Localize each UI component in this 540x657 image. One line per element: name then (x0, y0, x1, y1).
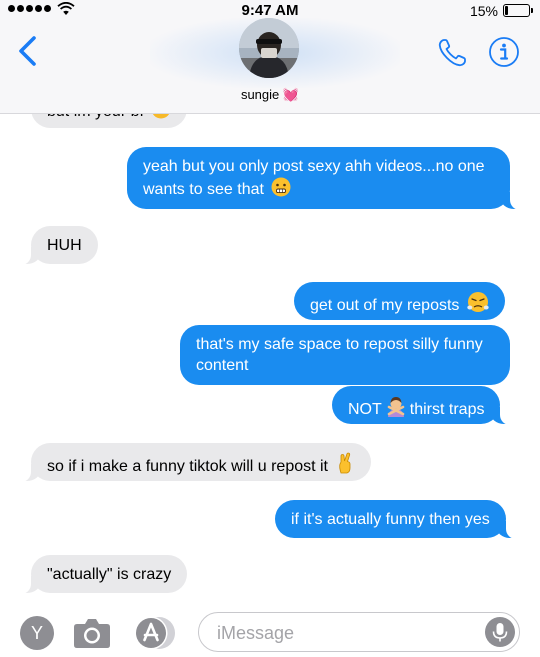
message-input-bar: Y (0, 600, 540, 657)
message-text: get out of my reposts (310, 297, 460, 314)
app-store-icon (134, 616, 175, 650)
yahoo-app-icon: Y (20, 616, 54, 650)
avatar-photo (239, 18, 299, 78)
clock-time: 9:47 AM (241, 2, 299, 19)
grimace-emoji (271, 177, 291, 197)
message-text: HUH (47, 237, 82, 254)
message-text: so if i make a funny tiktok will u repos… (47, 458, 328, 475)
camera-icon[interactable] (73, 617, 111, 649)
message-bubble-received[interactable]: HUH (17, 226, 98, 265)
info-icon[interactable] (488, 36, 520, 68)
back-chevron-icon[interactable] (14, 34, 44, 68)
message-text: if it's actually funny then yes (291, 511, 490, 528)
message-bubble-received[interactable]: "actually" is crazy (16, 555, 188, 594)
microphone-button[interactable] (485, 617, 515, 647)
message-bubble-sent[interactable]: that's my safe space to repost silly fun… (180, 325, 510, 385)
battery-level-fill (505, 6, 508, 15)
microphone-icon (492, 623, 508, 642)
app-store-button[interactable] (134, 616, 176, 650)
contact-name-text: sungie (240, 87, 280, 102)
imessage-input[interactable] (215, 619, 469, 647)
message-text: yeah but you only post sexy ahh videos..… (143, 158, 485, 198)
message-text: that's my safe space to repost silly fun… (196, 336, 483, 374)
message-text: NOT (348, 401, 382, 418)
message-bubble-sent[interactable]: get out of my reposts (294, 282, 505, 320)
contact-name[interactable]: sungie 💓 (0, 87, 540, 103)
beating-heart-icon: 💓 (282, 87, 300, 102)
crossed-fingers-emoji (339, 452, 351, 474)
message-bubble-sent[interactable]: if it's actually funny then yes (275, 500, 520, 539)
message-bubble-received[interactable]: so if i make a funny tiktok will u repos… (16, 443, 372, 482)
steam-face-emoji (467, 292, 489, 312)
phone-icon[interactable] (436, 37, 468, 69)
message-text: thirst traps (409, 401, 485, 418)
yahoo-app-button[interactable]: Y (20, 616, 54, 650)
battery-percent: 15% (469, 3, 498, 19)
person-gesturing-no-emoji (387, 397, 405, 417)
battery-icon (503, 4, 533, 17)
status-bar: 9:47 AM 15% (0, 0, 540, 22)
message-text: "actually" is crazy (47, 566, 172, 583)
contact-avatar[interactable] (239, 18, 299, 78)
message-text-field[interactable] (198, 612, 520, 652)
message-bubble-sent[interactable]: yeah but you only post sexy ahh videos..… (127, 147, 524, 210)
message-bubble-sent[interactable]: NOT thirst traps (332, 386, 515, 425)
yahoo-app-letter: Y (31, 623, 43, 643)
